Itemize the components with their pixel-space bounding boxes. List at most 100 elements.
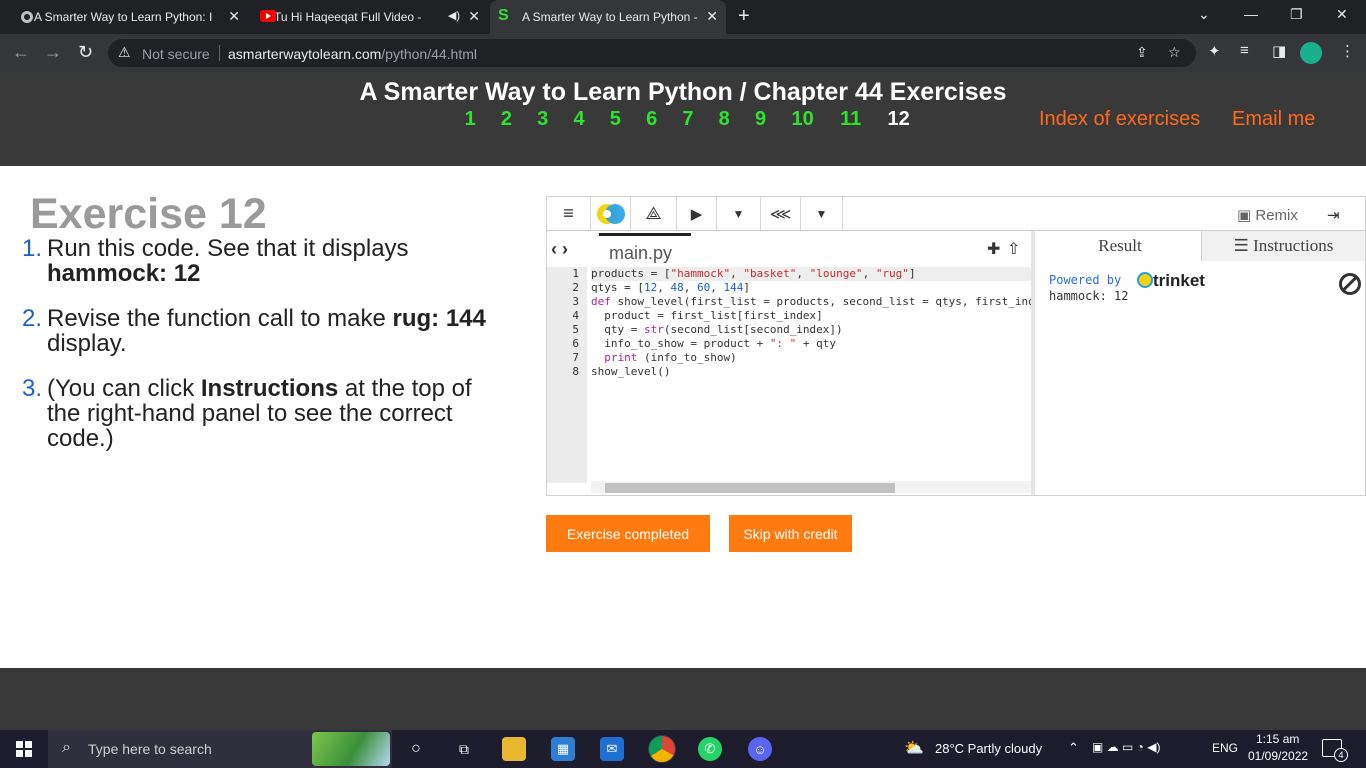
- whatsapp-icon[interactable]: ✆: [698, 737, 722, 761]
- run-play-icon[interactable]: ▶: [677, 197, 717, 230]
- close-tab-icon[interactable]: ✕: [706, 8, 718, 25]
- chrome-icon[interactable]: [648, 735, 676, 763]
- file-explorer-icon[interactable]: [502, 737, 526, 761]
- cortana-icon[interactable]: ○: [404, 737, 428, 761]
- tab-result[interactable]: Result: [1039, 231, 1202, 261]
- exercise-number-nav: 1 2 3 4 5 6 7 8 9 10 11 12: [452, 108, 923, 131]
- browser-tab[interactable]: Tu Hi Haqeeqat Full Video - ◀) ✕: [252, 0, 488, 34]
- side-panel-icon[interactable]: ◨: [1272, 42, 1286, 60]
- clock-time[interactable]: 1:15 am: [1256, 732, 1299, 746]
- microsoft-store-icon[interactable]: ▦: [551, 737, 575, 761]
- restore-icon[interactable]: ❐: [1290, 6, 1303, 23]
- code-area[interactable]: products = ["hammock", "basket", "lounge…: [591, 267, 1031, 483]
- browser-tab-strip: A Smarter Way to Learn Python: I ✕ Tu Hi…: [0, 0, 1366, 34]
- search-placeholder: Type here to search: [88, 741, 212, 757]
- exercise-link[interactable]: 8: [706, 108, 742, 131]
- exercise-link[interactable]: 11: [827, 108, 875, 131]
- taskbar-search-box[interactable]: ⌕ Type here to search: [48, 730, 392, 768]
- share-icon[interactable]: ⇪: [1136, 44, 1148, 61]
- weather-text[interactable]: 28°C Partly cloudy: [935, 741, 1042, 756]
- task-view-icon[interactable]: ⧉: [452, 737, 476, 761]
- list-item: 1. Run this code. See that it displays ha…: [22, 235, 409, 287]
- extensions-puzzle-icon[interactable]: ✦: [1208, 42, 1221, 60]
- code-line[interactable]: product = first_list[first_index]: [591, 309, 1031, 323]
- close-tab-icon[interactable]: ✕: [468, 8, 480, 25]
- system-tray-icons[interactable]: ▣ ☁ ▭ ◔ ◀): [1092, 740, 1160, 754]
- hamburger-menu-icon[interactable]: ≡: [547, 197, 591, 230]
- code-line[interactable]: info_to_show = product + ": " + qty: [591, 337, 1031, 351]
- speaker-icon[interactable]: ◀): [448, 9, 460, 22]
- browser-tab[interactable]: A Smarter Way to Learn Python: I ✕: [12, 0, 248, 34]
- page-title: A Smarter Way to Learn Python / Chapter …: [359, 78, 1007, 106]
- code-line[interactable]: print (info_to_show): [591, 351, 1031, 365]
- trinket-brand-link[interactable]: trinket: [1137, 271, 1205, 291]
- code-line[interactable]: qtys = [12, 48, 60, 144]: [591, 281, 1031, 295]
- menu-kebab-icon[interactable]: ⋮: [1340, 42, 1355, 60]
- exercise-link[interactable]: 3: [525, 108, 561, 131]
- back-arrow-icon[interactable]: ←: [12, 42, 30, 63]
- discord-icon[interactable]: ☺: [748, 737, 772, 761]
- skip-with-credit-button[interactable]: Skip with credit: [729, 515, 852, 552]
- code-line[interactable]: qty = str(second_list[second_index]): [591, 323, 1031, 337]
- tab-search-chevron-icon[interactable]: ⌄: [1198, 6, 1210, 23]
- upload-icon[interactable]: ⇧: [1007, 239, 1020, 259]
- tab-title: A Smarter Way to Learn Python: I: [34, 10, 213, 24]
- media-control-icon[interactable]: ≡: [1240, 42, 1249, 59]
- weather-icon[interactable]: ⛅: [904, 738, 924, 758]
- add-file-icon[interactable]: ✚: [987, 239, 1000, 259]
- tab-instructions[interactable]: ☰ Instructions: [1202, 231, 1365, 261]
- site-header: A Smarter Way to Learn Python / Chapter …: [0, 72, 1366, 166]
- close-tab-icon[interactable]: ✕: [228, 8, 240, 25]
- exercise-link[interactable]: 2: [488, 108, 524, 131]
- exercise-link[interactable]: 5: [597, 108, 633, 131]
- scrollbar-thumb[interactable]: [605, 483, 895, 493]
- new-tab-plus-icon[interactable]: +: [738, 5, 750, 28]
- share-options-chevron-icon[interactable]: ▼: [801, 197, 843, 230]
- exercise-steps: 1. Run this code. See that it displays ha…: [22, 236, 492, 471]
- exercise-link[interactable]: 4: [561, 108, 597, 131]
- code-line[interactable]: show_level(): [591, 365, 1031, 379]
- bookmark-star-icon[interactable]: ☆: [1168, 44, 1181, 61]
- clock-date[interactable]: 01/09/2022: [1248, 749, 1308, 763]
- windows-start-icon[interactable]: [16, 741, 32, 762]
- not-secure-label[interactable]: Not secure: [142, 46, 210, 62]
- language-indicator[interactable]: ENG: [1212, 741, 1238, 755]
- exercise-link[interactable]: 9: [742, 108, 778, 131]
- close-window-icon[interactable]: ✕: [1336, 6, 1348, 23]
- exercise-completed-button[interactable]: Exercise completed: [546, 515, 710, 552]
- stop-icon[interactable]: [1339, 273, 1361, 295]
- forward-arrow-icon[interactable]: →: [44, 42, 62, 63]
- code-line[interactable]: products = ["hammock", "basket", "lounge…: [591, 267, 1031, 281]
- powered-by-label: Powered by: [1049, 273, 1122, 287]
- remix-button[interactable]: ▣ Remix: [1237, 206, 1298, 224]
- omnibox[interactable]: ⚠ Not secure asmarterwaytolearn.com/pyth…: [108, 39, 1196, 67]
- exercise-link[interactable]: 7: [670, 108, 706, 131]
- exercise-link[interactable]: 6: [633, 108, 669, 131]
- share-icon[interactable]: ⋘: [761, 197, 801, 230]
- python-logo-icon: ⟁: [631, 197, 677, 230]
- hidden-icons-chevron-icon[interactable]: ⌃: [1068, 740, 1079, 756]
- minimize-icon[interactable]: —: [1244, 6, 1258, 22]
- tab-title: Tu Hi Haqeeqat Full Video -: [274, 10, 422, 24]
- toggle-file-list-icon[interactable]: ‹ ›: [551, 239, 568, 260]
- url-text[interactable]: asmarterwaytolearn.com/python/44.html: [228, 46, 477, 62]
- trinket-logo-icon[interactable]: [591, 197, 631, 230]
- browser-tab-active[interactable]: S A Smarter Way to Learn Python - ✕: [490, 0, 726, 34]
- warning-triangle-icon[interactable]: ⚠: [118, 44, 131, 61]
- exercise-link[interactable]: 1: [452, 108, 488, 131]
- reload-icon[interactable]: ↻: [78, 42, 93, 63]
- tab-title: A Smarter Way to Learn Python -: [522, 10, 698, 24]
- run-options-chevron-icon[interactable]: ▼: [717, 197, 761, 230]
- exercise-link[interactable]: 10: [779, 108, 827, 131]
- index-of-exercises-link[interactable]: Index of exercises: [1039, 108, 1200, 131]
- profile-avatar[interactable]: [1300, 42, 1322, 64]
- sign-in-icon[interactable]: ⇥: [1327, 206, 1340, 224]
- globe-icon: [20, 10, 34, 24]
- horizontal-scrollbar[interactable]: [591, 481, 1031, 493]
- file-tab-bar: ‹ › main.py ✚ ⇧: [547, 231, 1031, 267]
- code-line[interactable]: def show_level(first_list = products, se…: [591, 295, 1031, 309]
- mail-icon[interactable]: ✉: [600, 737, 624, 761]
- file-tab-main[interactable]: main.py: [599, 233, 691, 267]
- email-me-link[interactable]: Email me: [1232, 108, 1315, 131]
- trinket-toolbar: ≡ ⟁ ▶ ▼ ⋘ ▼ ▣ Remix ⇥: [547, 197, 1365, 231]
